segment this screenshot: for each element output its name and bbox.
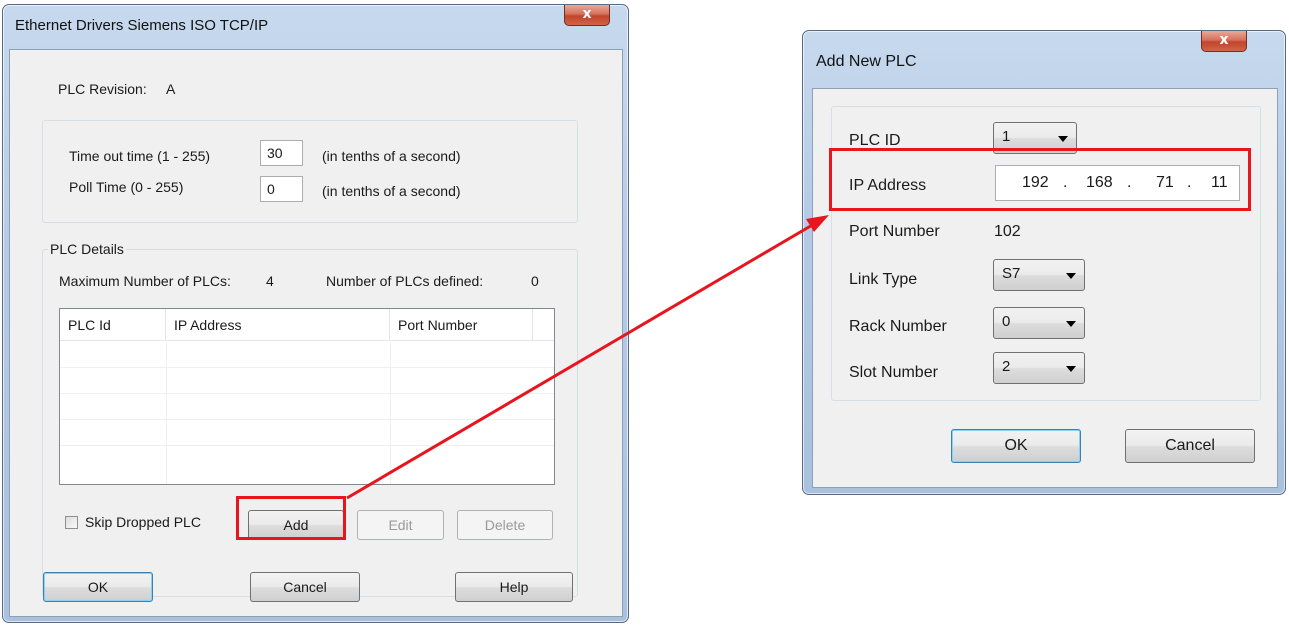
rack-number-select[interactable]: 0 xyxy=(993,307,1085,339)
poll-time-label: Poll Time (0 - 255) xyxy=(69,179,184,195)
skip-dropped-checkbox[interactable] xyxy=(65,516,78,529)
add-new-plc-dialog: Add New PLC x PLC ID 1 IP Address 192 . … xyxy=(802,30,1286,495)
chevron-down-icon xyxy=(1066,321,1076,327)
title-bar[interactable]: Ethernet Drivers Siemens ISO TCP/IP x xyxy=(3,5,628,47)
dialog-title: Add New PLC xyxy=(816,53,917,70)
grid-line xyxy=(166,340,167,484)
skip-dropped-label[interactable]: Skip Dropped PLC xyxy=(85,514,201,530)
chevron-down-icon xyxy=(1058,136,1068,142)
timeout-input[interactable]: 30 xyxy=(260,140,303,166)
chevron-down-icon xyxy=(1066,273,1076,279)
ip-address-highlight-box xyxy=(829,148,1251,211)
max-plcs-label: Maximum Number of PLCs: xyxy=(59,273,231,289)
column-ip-address[interactable]: IP Address xyxy=(166,309,390,340)
grid-line xyxy=(60,419,554,420)
num-defined-value: 0 xyxy=(531,273,539,289)
help-button[interactable]: Help xyxy=(455,572,573,602)
grid-line xyxy=(60,367,554,368)
max-plcs-value: 4 xyxy=(266,273,274,289)
close-icon: x xyxy=(582,6,592,22)
slot-number-label: Slot Number xyxy=(849,364,938,381)
delete-button[interactable]: Delete xyxy=(457,510,553,540)
slot-number-value: 2 xyxy=(1002,358,1011,375)
grid-line xyxy=(60,393,554,394)
timeout-label: Time out time (1 - 255) xyxy=(69,148,211,164)
slot-number-select[interactable]: 2 xyxy=(993,352,1085,384)
plc-list[interactable]: PLC Id IP Address Port Number xyxy=(59,308,555,485)
plc-list-header: PLC Id IP Address Port Number xyxy=(60,309,554,341)
dialog-title: Ethernet Drivers Siemens ISO TCP/IP xyxy=(15,17,269,34)
close-button[interactable]: x xyxy=(1201,31,1247,52)
timeout-unit: (in tenths of a second) xyxy=(322,148,461,164)
cancel-button[interactable]: Cancel xyxy=(1125,429,1255,463)
column-port-number[interactable]: Port Number xyxy=(390,309,533,340)
ok-button[interactable]: OK xyxy=(43,572,153,602)
plc-revision-value: A xyxy=(166,81,176,97)
plc-details-label: PLC Details xyxy=(48,241,126,257)
link-type-select[interactable]: S7 xyxy=(993,259,1085,291)
chevron-down-icon xyxy=(1066,366,1076,372)
link-type-value: S7 xyxy=(1002,265,1021,282)
poll-time-unit: (in tenths of a second) xyxy=(322,183,461,199)
add-highlight-box xyxy=(236,496,346,540)
rack-number-value: 0 xyxy=(1002,313,1011,330)
ok-button[interactable]: OK xyxy=(951,429,1081,463)
close-button[interactable]: x xyxy=(564,5,610,26)
rack-number-label: Rack Number xyxy=(849,318,947,335)
port-number-label: Port Number xyxy=(849,223,940,240)
plc-id-value: 1 xyxy=(1002,128,1011,145)
plc-revision-label: PLC Revision: xyxy=(58,81,147,97)
port-number-value: 102 xyxy=(994,223,1021,240)
edit-button[interactable]: Edit xyxy=(357,510,444,540)
poll-time-input[interactable]: 0 xyxy=(260,176,303,202)
timing-group xyxy=(42,120,578,223)
grid-line xyxy=(60,445,554,446)
num-defined-label: Number of PLCs defined: xyxy=(326,273,484,289)
column-plc-id[interactable]: PLC Id xyxy=(60,309,166,340)
title-bar[interactable]: Add New PLC x xyxy=(803,31,1285,73)
cancel-button[interactable]: Cancel xyxy=(250,572,360,602)
link-type-label: Link Type xyxy=(849,271,918,288)
grid-line xyxy=(390,340,391,484)
close-icon: x xyxy=(1219,32,1229,48)
